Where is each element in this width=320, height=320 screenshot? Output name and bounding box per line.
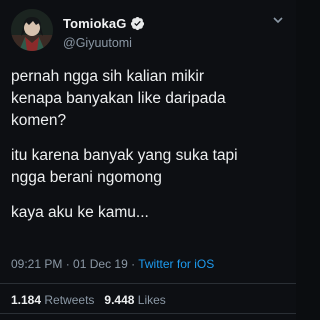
tweet-paragraph: kaya aku ke kamu... [11,204,149,221]
likes-count: 9.448 [104,293,135,307]
tweet-date[interactable]: 01 Dec 19 [73,257,128,271]
tweet-paragraph: itu karena banyak yang suka tapi ngga be… [11,147,238,186]
meta-separator: · [62,257,74,271]
retweets-stat[interactable]: 1.184 Retweets [11,293,94,307]
display-name[interactable]: TomiokaG [63,16,126,31]
tweet-time[interactable]: 09:21 PM [11,257,62,271]
avatar[interactable] [11,9,53,51]
verified-badge-icon [131,16,145,30]
meta-separator: · [127,257,139,271]
divider [0,313,296,314]
profile-avatar-icon [11,9,53,51]
tweet-card: TomiokaG @Giyuutomi pernah ngga sih kali… [0,0,296,320]
tweet-stats: 1.184 Retweets 9.448 Likes [11,293,166,307]
retweets-count: 1.184 [11,293,42,307]
likes-label: Likes [137,293,166,307]
tweet-source-link[interactable]: Twitter for iOS [138,257,214,271]
tweet-paragraph: pernah ngga sih kalian mikir kenapa bany… [11,68,226,129]
chevron-down-icon[interactable] [272,14,284,26]
author-handle[interactable]: @Giyuutomi [63,36,132,50]
retweets-label: Retweets [44,293,95,307]
tweet-text: pernah ngga sih kalian mikir kenapa bany… [11,66,289,237]
likes-stat[interactable]: 9.448 Likes [104,293,165,307]
author-name-row[interactable]: TomiokaG [63,14,145,32]
divider [0,283,296,284]
tweet-meta: 09:21 PM · 01 Dec 19 · Twitter for iOS [11,257,214,271]
